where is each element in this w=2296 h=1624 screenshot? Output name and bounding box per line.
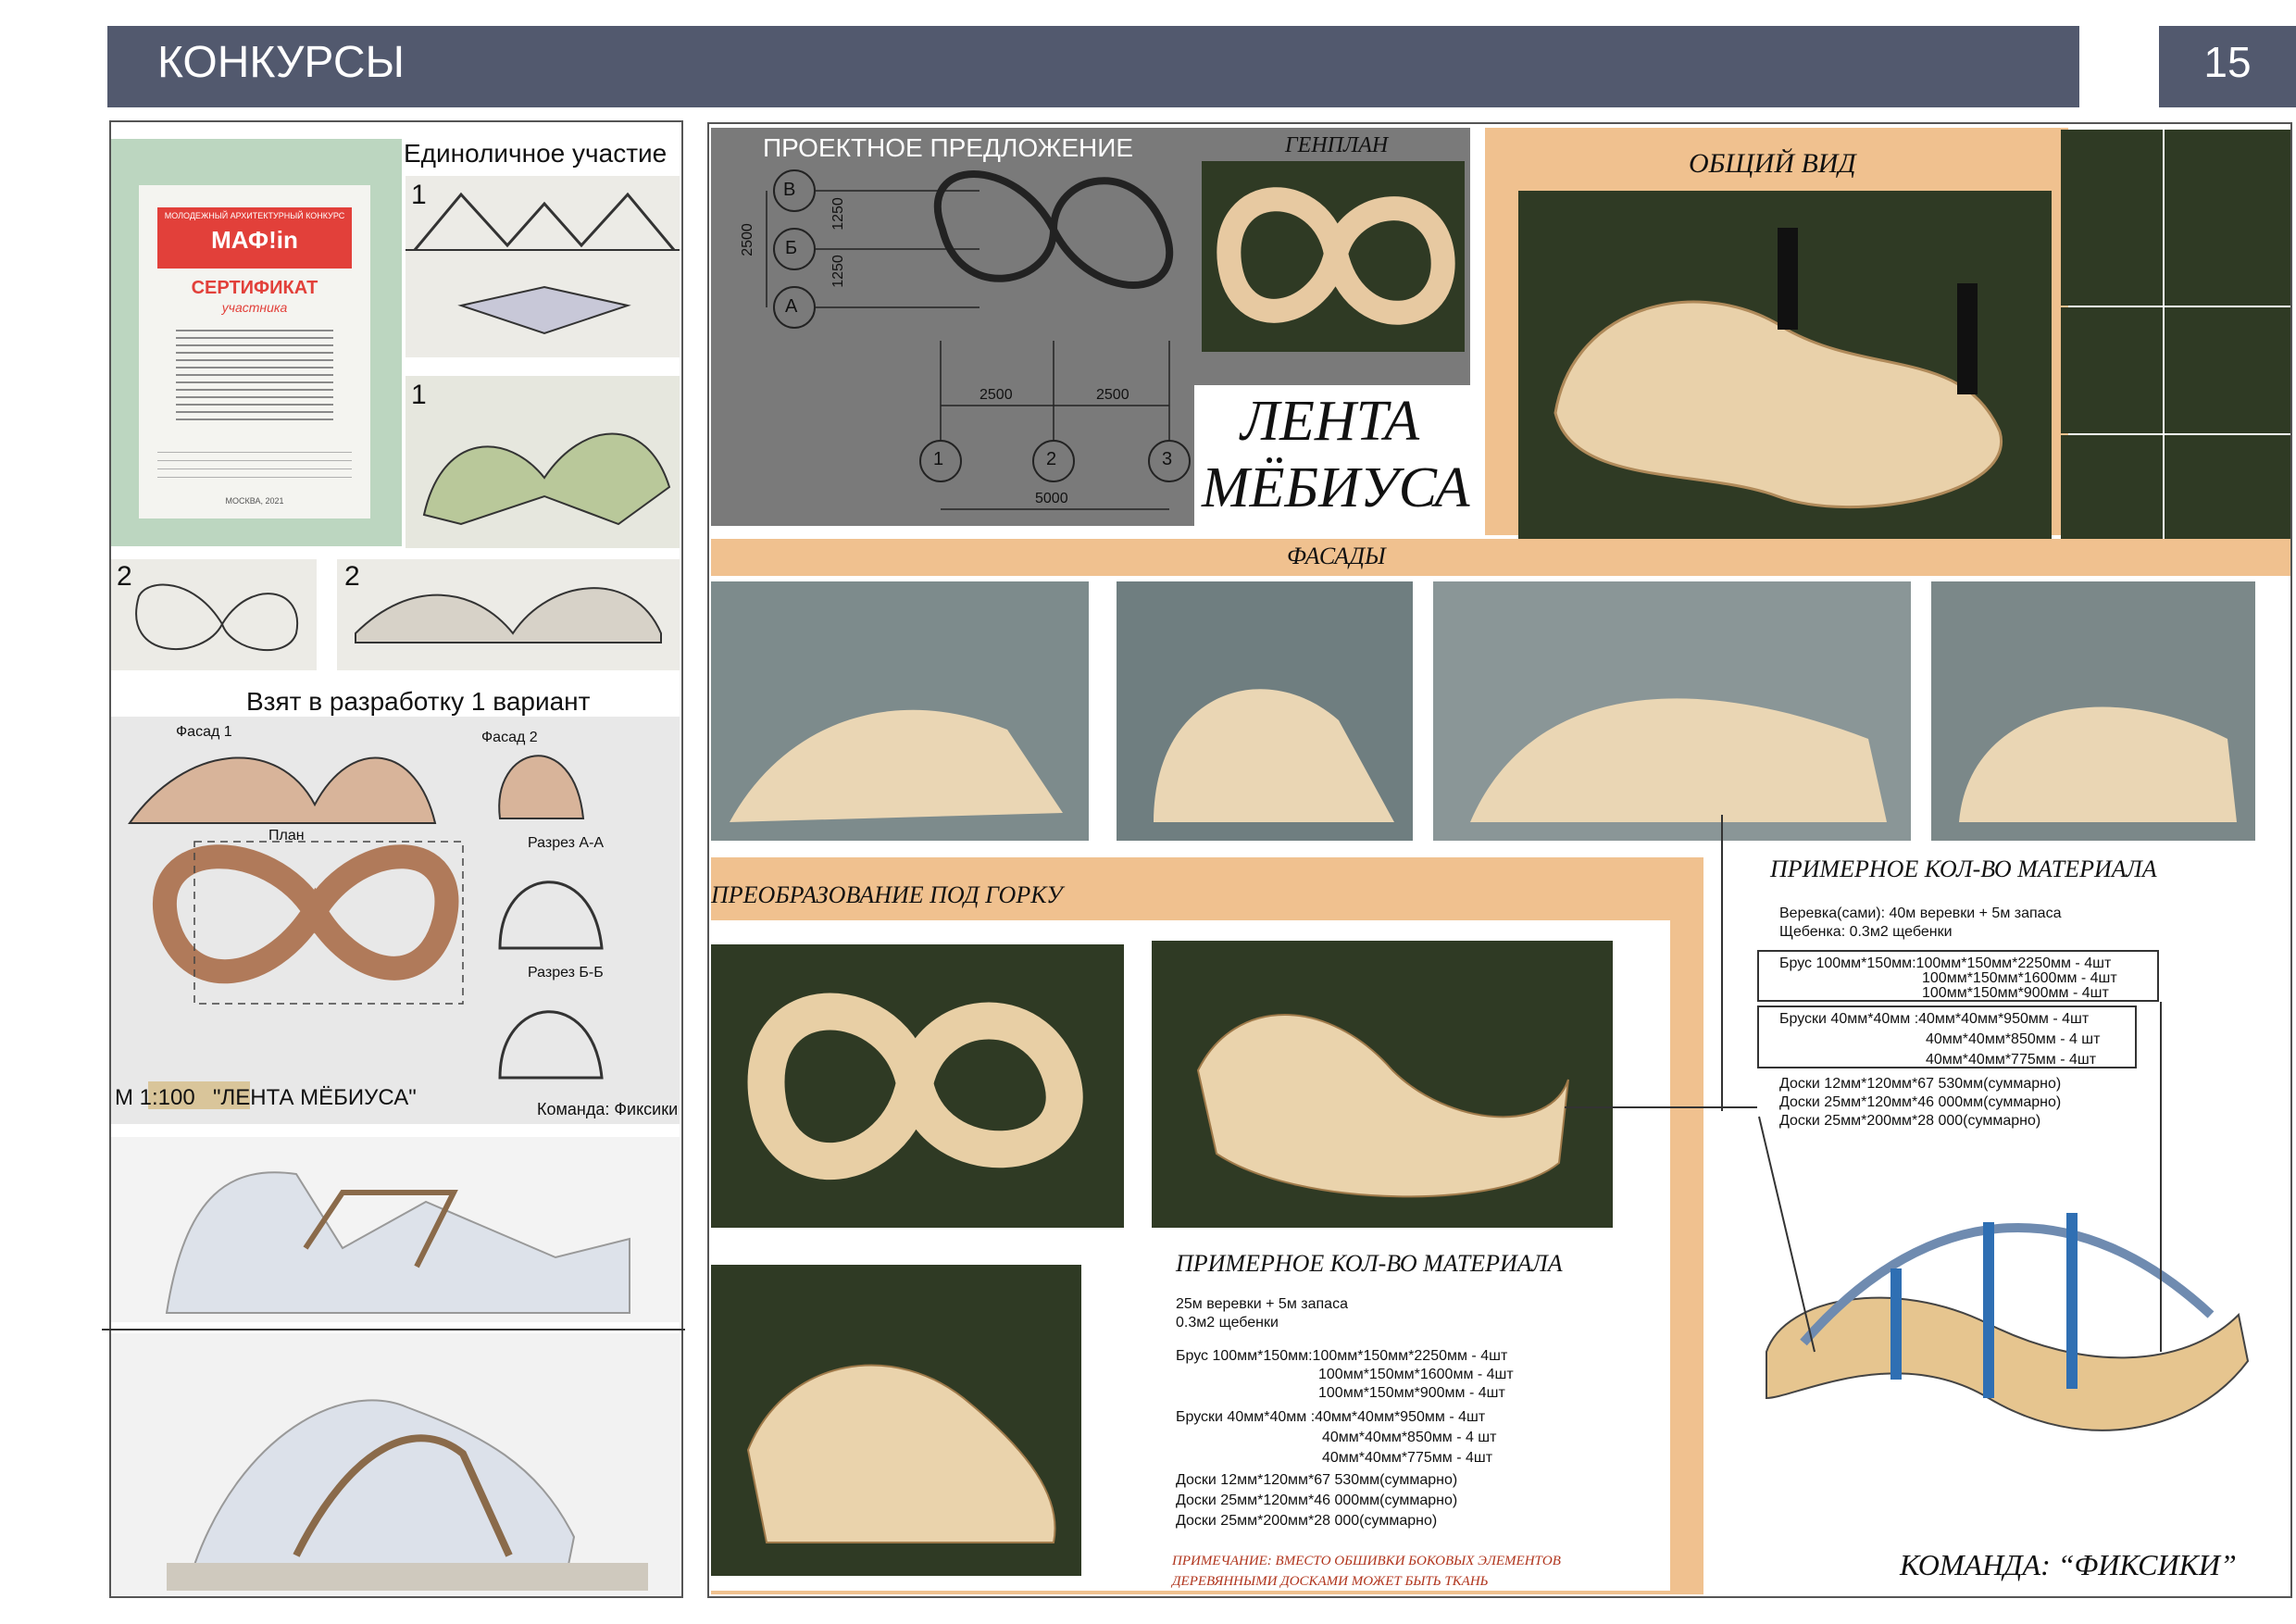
leader-lines: [102, 815, 2162, 1353]
